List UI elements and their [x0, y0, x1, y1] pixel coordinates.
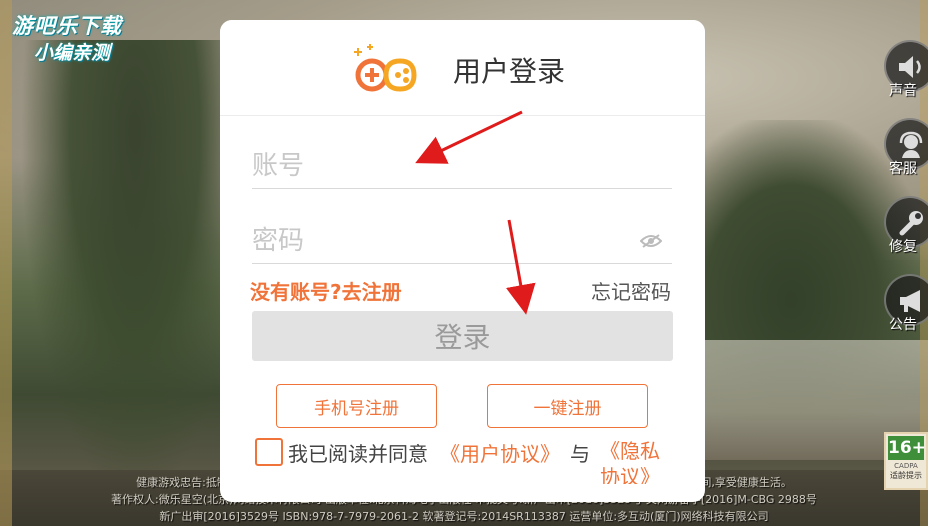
login-button[interactable]: 登录 [252, 311, 673, 361]
sound-label: 声音 [889, 83, 917, 99]
watermark: 游吧乐下载 小编亲测 [12, 10, 122, 65]
wrench-icon [899, 211, 923, 236]
announcement-label: 公告 [889, 317, 917, 333]
gamepad-logo-icon [354, 44, 417, 92]
phone-register-button[interactable]: 手机号注册 [276, 384, 437, 428]
agreement-row: 我已阅读并同意 《用户协议》 与 《隐私协议》 [255, 436, 660, 484]
age-rating: 16+ [888, 436, 926, 460]
frame-left-edge [0, 0, 12, 526]
privacy-agreement-link[interactable]: 《隐私协议》 [600, 438, 660, 484]
login-title: 用户登录 [453, 55, 566, 88]
account-field-wrapper [252, 144, 672, 189]
background-palm-tree [20, 40, 250, 500]
customer-service-icon [899, 131, 923, 158]
age-rating-org: CADPA [894, 462, 918, 470]
login-dialog: 用户登录 没有账号?去注册 忘记密码 登录 手机号注册 一键注册 我已阅读并同意… [220, 20, 705, 502]
password-input[interactable] [252, 219, 672, 263]
forgot-password-link[interactable]: 忘记密码 [591, 276, 671, 305]
health-notice-line3: 新广出审[2016]3529号 ISBN:978-7-7979-2061-2 软… [159, 510, 769, 523]
user-agreement-link[interactable]: 《用户协议》 [440, 438, 560, 467]
agreement-text: 我已阅读并同意 [288, 441, 428, 466]
agreement-checkbox[interactable] [255, 438, 283, 466]
login-dialog-header: 用户登录 [220, 20, 705, 116]
megaphone-icon [900, 290, 920, 312]
watermark-line1: 游吧乐下载 [12, 14, 122, 38]
speaker-icon [899, 56, 921, 78]
watermark-line2: 小编亲测 [34, 42, 111, 64]
agreement-and-text: 与 [570, 441, 590, 466]
customer-service-label: 客服 [889, 161, 917, 177]
quick-register-button[interactable]: 一键注册 [487, 384, 648, 428]
go-register-link[interactable]: 没有账号?去注册 [250, 276, 402, 305]
toggle-password-visibility-icon[interactable] [640, 233, 662, 249]
password-field-wrapper [252, 219, 672, 264]
repair-label: 修复 [889, 239, 917, 255]
account-input[interactable] [252, 144, 672, 188]
